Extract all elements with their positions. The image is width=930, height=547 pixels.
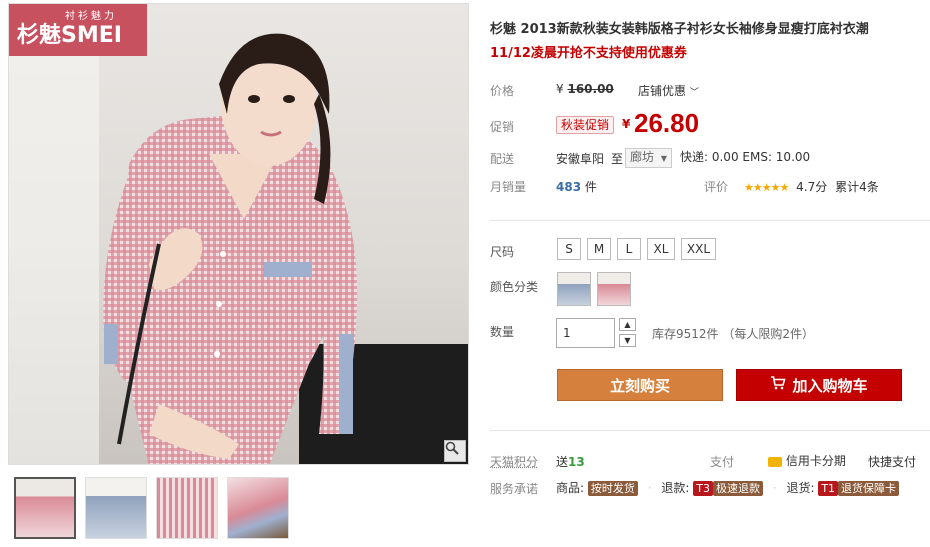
thumbnail-1[interactable] xyxy=(14,477,76,539)
credit-card-icon xyxy=(768,456,782,467)
tmall-points-label[interactable]: 天猫积分 xyxy=(490,453,538,470)
shipping-fees: 快递: 0.00 EMS: 10.00 xyxy=(680,150,811,164)
product-gallery: 衬衫魅力 杉魅SMEI xyxy=(0,0,470,547)
chevron-up-icon: ▲ xyxy=(624,320,631,329)
service-promise-label: 服务承诺 xyxy=(490,482,539,496)
destination-select[interactable]: 廊坊 ▼ xyxy=(625,148,672,168)
points-info: 送13 xyxy=(556,453,585,470)
chevron-down-icon: ▼ xyxy=(624,336,631,345)
goods-label: 商品: xyxy=(556,481,585,495)
refund-label: 退款: xyxy=(661,481,690,495)
divider-bottom xyxy=(490,430,930,431)
sales-unit: 件 xyxy=(584,180,597,194)
separator: · xyxy=(647,481,652,495)
add-to-cart-button[interactable]: 加入购物车 xyxy=(736,369,902,401)
service-badges: 商品: 按时发货 · 退款: T3 极速退款 · 退货: T1 退货保障卡 xyxy=(556,479,900,496)
size-option-xxl[interactable]: XXL xyxy=(681,238,716,260)
rating-label: 评价 xyxy=(704,180,729,194)
thumbnail-strip xyxy=(14,477,289,539)
size-option-m[interactable]: M xyxy=(587,238,611,260)
promo-notice: 11/12凌晨开抢不支持使用优惠券 xyxy=(490,46,687,61)
quantity-input[interactable] xyxy=(556,318,615,348)
ship-to-word: 至 xyxy=(611,152,624,166)
refund-code-badge: T3 xyxy=(693,481,713,496)
rating-score: 4.7分 xyxy=(796,180,828,194)
promo-currency: ¥ xyxy=(622,117,631,131)
fast-refund-badge[interactable]: 极速退款 xyxy=(712,481,763,496)
monthly-sales-label: 月销量 xyxy=(490,180,527,194)
brand-logo: 衬衫魅力 杉魅SMEI xyxy=(9,4,147,56)
divider-top xyxy=(490,220,930,221)
price-label: 价格 xyxy=(490,84,515,98)
add-to-cart-label: 加入购物车 xyxy=(792,376,868,395)
logo-wordmark: 杉魅SMEI xyxy=(17,23,122,48)
thumbnail-3[interactable] xyxy=(156,477,218,539)
on-time-delivery-badge[interactable]: 按时发货 xyxy=(587,481,638,496)
size-option-xl[interactable]: XL xyxy=(647,238,675,260)
return-code-badge: T1 xyxy=(818,481,839,496)
promo-label: 促销 xyxy=(490,120,515,134)
shipping-label: 配送 xyxy=(490,152,515,166)
buy-now-button[interactable]: 立刻购买 xyxy=(557,369,723,401)
caret-down-icon: ▼ xyxy=(660,154,667,163)
return-label: 退货: xyxy=(786,481,815,495)
store-discount-label: 店铺优惠 xyxy=(638,84,687,98)
original-price-value: 160.00 xyxy=(567,82,614,96)
logo-tagline: 衬衫魅力 xyxy=(65,11,117,22)
points-value: 13 xyxy=(568,455,585,469)
monthly-sales: 483 件 xyxy=(556,178,597,195)
main-product-image[interactable]: 衬衫魅力 杉魅SMEI xyxy=(8,3,469,465)
size-label: 尺码 xyxy=(490,245,515,259)
promo-price: 26.80 xyxy=(634,108,700,138)
destination-value: 廊坊 xyxy=(630,150,655,164)
separator: · xyxy=(772,481,777,495)
rating-summary: ★★★★★ 4.7分 累计4条 xyxy=(744,178,879,195)
quantity-label: 数量 xyxy=(490,325,515,339)
quantity-decrease-button[interactable]: ▼ xyxy=(619,334,636,347)
ship-from: 安徽阜阳 xyxy=(556,152,605,166)
quantity-increase-button[interactable]: ▲ xyxy=(619,318,636,331)
original-price: ¥ 160.00 xyxy=(556,82,614,96)
size-option-s[interactable]: S xyxy=(557,238,581,260)
review-count-link[interactable]: 累计4条 xyxy=(835,180,879,194)
star-rating-icon: ★★★★★ xyxy=(744,181,789,194)
thumbnail-2[interactable] xyxy=(85,477,147,539)
cart-icon xyxy=(770,376,787,394)
size-option-l[interactable]: L xyxy=(617,238,641,260)
zoom-icon[interactable] xyxy=(444,440,466,462)
quick-pay[interactable]: 快捷支付 xyxy=(868,453,916,470)
sales-count: 483 xyxy=(556,180,582,194)
credit-installment-label: 信用卡分期 xyxy=(785,454,846,468)
buy-now-label: 立刻购买 xyxy=(609,376,670,395)
store-discount-dropdown[interactable]: 店铺优惠 ﹀ xyxy=(638,82,699,99)
stock-info: 库存9512件 （每人限购2件） xyxy=(652,327,814,341)
promo-tag: 秋装促销 xyxy=(556,116,615,134)
color-label: 颜色分类 xyxy=(490,280,539,294)
payment-label: 支付 xyxy=(710,455,735,469)
thumbnail-4[interactable] xyxy=(227,477,289,539)
credit-installment[interactable]: 信用卡分期 xyxy=(768,452,846,469)
return-guarantee-badge[interactable]: 退货保障卡 xyxy=(838,481,900,496)
points-prefix: 送 xyxy=(556,455,569,469)
chevron-down-icon: ﹀ xyxy=(689,88,699,98)
product-title: 杉魅 2013新款秋装女装韩版格子衬衫女长袖修身显瘦打底衬衣潮 xyxy=(490,22,869,37)
currency-symbol: ¥ xyxy=(556,82,564,96)
color-option-red[interactable] xyxy=(597,272,631,306)
color-option-blue[interactable] xyxy=(557,272,591,306)
model-photo xyxy=(9,4,468,464)
